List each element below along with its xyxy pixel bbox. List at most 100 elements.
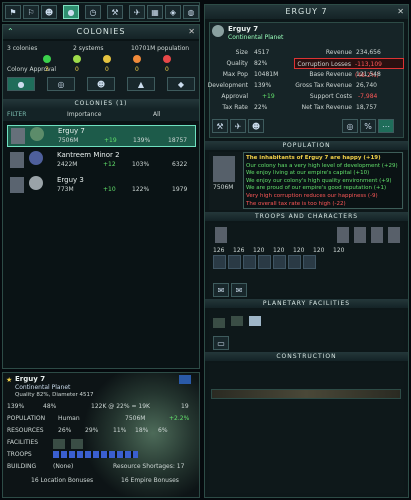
planet-icon[interactable]: ● [63, 5, 79, 19]
character-portrait[interactable] [337, 227, 349, 243]
troop-icon[interactable]: ☻ [248, 119, 264, 133]
stat-value: 10481M [254, 71, 279, 78]
facility-icon [71, 439, 83, 449]
build-icon[interactable]: ⚒ [212, 119, 228, 133]
colony-info-panel: ★ Erguy 7 Continental Planet Quality 82%… [2, 372, 200, 498]
tab-bases[interactable]: ▲ [127, 77, 155, 91]
globe-icon[interactable]: ◍ [183, 5, 199, 19]
troop-icon[interactable] [303, 255, 316, 269]
happiness-line: The overall tax rate is too high (-22) [246, 200, 346, 207]
troop-icon[interactable] [243, 255, 256, 269]
colony-name: Erguy 7 [228, 25, 259, 33]
approval-count-5: 0 [165, 66, 169, 73]
tab-systems[interactable]: ◎ [47, 77, 75, 91]
troop-icon[interactable] [258, 255, 271, 269]
stat-value: +19 [262, 93, 275, 100]
flag-icon[interactable]: ⚑ [5, 5, 21, 19]
mail-icon[interactable]: ✉ [213, 283, 229, 297]
tab-planets[interactable]: ● [7, 77, 35, 91]
colony-name: Erguy 7 [15, 375, 46, 383]
colony-pop: 2422M [57, 161, 78, 168]
growth-value: +2.2% [169, 415, 190, 422]
resource-value: 18% [135, 427, 149, 434]
filter-label: FILTER [7, 111, 27, 118]
troop-strength: 120 [313, 247, 325, 254]
list-item[interactable]: Erguy 3 773M +10 122% 1979 [7, 175, 196, 197]
colony-name: Erguy 3 [57, 176, 84, 184]
building-label: BUILDING [7, 463, 37, 470]
troop-icon[interactable] [273, 255, 286, 269]
stat-label: Max Pop [222, 71, 248, 78]
troop-icon[interactable] [213, 255, 226, 269]
facilities-header: PLANETARY FACILITIES [205, 299, 408, 308]
colony-money: 18757 [168, 137, 188, 144]
stat-value: 18,757 [356, 104, 377, 111]
ship-icon[interactable]: ✈ [129, 5, 145, 19]
facility-icon[interactable]: ▭ [213, 336, 229, 350]
facility-icon[interactable] [213, 318, 225, 328]
focus-icon[interactable]: ◎ [342, 119, 358, 133]
pickaxe-icon[interactable]: ⚒ [107, 5, 123, 19]
close-icon[interactable]: ✕ [188, 27, 195, 36]
list-item[interactable]: Erguy 7 7506M +19 139% 18757 [7, 125, 196, 147]
tab-stations[interactable]: ◆ [167, 77, 195, 91]
more-icon[interactable]: ⋯ [378, 119, 394, 133]
close-icon[interactable]: ✕ [397, 7, 404, 16]
approval-count-4: 0 [135, 66, 139, 73]
colonies-panel: COLONIES ⌃ ✕ 3 colonies 2 systems 10701M… [2, 24, 200, 369]
portrait-icon [10, 152, 24, 168]
colony-development: 122% [132, 186, 150, 193]
ship-icon[interactable]: ✈ [230, 119, 246, 133]
mail-icon[interactable]: ✉ [231, 283, 247, 297]
happiness-title: The inhabitants of Erguy 7 are happy (+1… [246, 155, 381, 161]
stat-label: Size [235, 49, 248, 56]
happiness-line: We enjoy living at our empire's capital … [246, 170, 370, 177]
happiness-line: Our colony has a very high level of deve… [246, 162, 398, 169]
gauge-icon[interactable]: ◷ [85, 5, 101, 19]
facility-icon[interactable] [231, 316, 243, 326]
list-header: COLONIES (1) [3, 99, 199, 109]
resource-value: 11% [113, 427, 127, 434]
grid-icon[interactable]: ▦ [147, 5, 163, 19]
approval-count-1: 3 [45, 66, 49, 73]
planet-icon [30, 127, 44, 141]
colony-approval: +12 [103, 161, 116, 168]
resource-value: 6% [158, 427, 168, 434]
building-value: (None) [53, 463, 74, 470]
troop-icon[interactable] [228, 255, 241, 269]
stat-label: Tax Rate [222, 104, 248, 111]
person-icon[interactable]: ☻ [41, 5, 57, 19]
collapse-icon[interactable]: ⌃ [7, 27, 14, 36]
character-portrait[interactable] [388, 227, 400, 243]
shield-icon[interactable]: ◈ [165, 5, 181, 19]
stat-value: -7,984 [358, 93, 378, 100]
list-item[interactable]: Kantreem Minor 2 2422M +12 103% 6322 [7, 150, 196, 172]
angry-icon [163, 55, 171, 63]
happiness-line: We enjoy our colony's high quality envir… [246, 177, 392, 184]
construction-queue[interactable] [211, 389, 401, 399]
tax-icon[interactable]: % [360, 119, 376, 133]
unhappy-icon [133, 55, 141, 63]
stat-label: Gross Tax Revenue [295, 82, 352, 89]
resource-value: 29% [85, 427, 99, 434]
colony-detail-panel: ERGUY 7 ✕ Erguy 7 Continental Planet Siz… [204, 4, 409, 498]
troop-bar [53, 451, 138, 458]
troop-strength: 120 [273, 247, 285, 254]
flags-icon[interactable]: ⚐ [23, 5, 39, 19]
sort-dropdown[interactable]: Importance [67, 111, 101, 118]
character-portrait[interactable] [215, 227, 227, 243]
stat-label: Revenue [325, 49, 352, 56]
filter-dropdown[interactable]: All [153, 111, 160, 118]
character-portrait[interactable] [371, 227, 383, 243]
population-label: POPULATION [7, 415, 46, 422]
troop-icon[interactable] [288, 255, 301, 269]
tab-population[interactable]: ☻ [87, 77, 115, 91]
character-portrait[interactable] [354, 227, 366, 243]
location-bonuses[interactable]: 16 Location Bonuses [31, 477, 93, 484]
detail-title: ERGUY 7 [205, 5, 408, 19]
planet-icon [212, 25, 224, 37]
troop-strength: 126 [213, 247, 225, 254]
facility-icon[interactable] [249, 316, 261, 326]
stat-label: Quality [226, 60, 248, 67]
empire-bonuses[interactable]: 16 Empire Bonuses [121, 477, 179, 484]
